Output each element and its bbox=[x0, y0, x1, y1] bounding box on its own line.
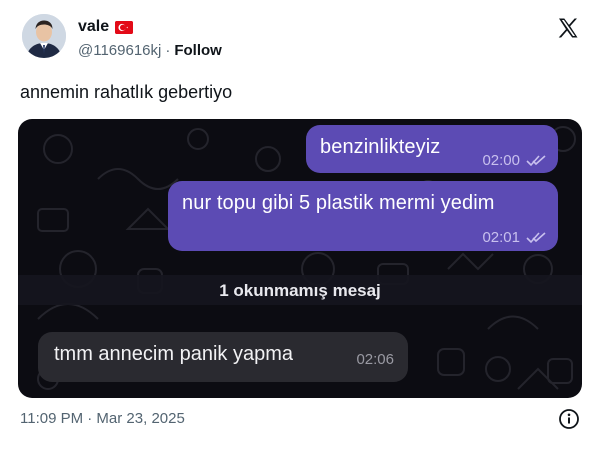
avatar[interactable] bbox=[22, 14, 66, 58]
turkey-flag-icon bbox=[115, 20, 134, 34]
tweet-footer: 11:09 PM · Mar 23, 2025 bbox=[20, 408, 580, 432]
incoming-message[interactable]: tmm annecim panik yapma 02:06 bbox=[38, 332, 408, 382]
tweet-header: vale @1169616kj · Follow bbox=[20, 12, 586, 68]
tweet-timestamp[interactable]: 11:09 PM · Mar 23, 2025 bbox=[20, 410, 185, 427]
message-text: benzinlikteyiz bbox=[320, 136, 441, 158]
outgoing-message[interactable]: nur topu gibi 5 plastik mermi yedim 02:0… bbox=[168, 181, 558, 251]
separator-dot: · bbox=[165, 42, 171, 59]
outgoing-message[interactable]: benzinlikteyiz 02:00 bbox=[306, 125, 558, 173]
message-time: 02:00 bbox=[482, 152, 546, 169]
tweet-text: annemin rahatlık gebertiyo bbox=[20, 82, 233, 102]
unread-divider: 1 okunmamış mesaj bbox=[18, 275, 582, 305]
message-time: 02:06 bbox=[356, 351, 394, 368]
name-line: vale bbox=[78, 18, 134, 36]
message-time-value: 02:00 bbox=[482, 152, 520, 169]
double-check-icon bbox=[526, 154, 546, 166]
follow-button[interactable]: Follow bbox=[174, 42, 222, 59]
x-logo-icon[interactable] bbox=[556, 16, 580, 40]
message-time-value: 02:01 bbox=[482, 229, 520, 246]
message-text: nur topu gibi 5 plastik mermi yedim bbox=[182, 192, 495, 214]
message-time: 02:01 bbox=[482, 229, 546, 246]
tweet-media-image[interactable]: benzinlikteyiz 02:00 nur topu gibi 5 pla… bbox=[18, 119, 582, 398]
message-text: tmm annecim panik yapma bbox=[54, 343, 293, 365]
info-icon[interactable] bbox=[558, 408, 580, 430]
display-name[interactable]: vale bbox=[78, 18, 109, 36]
double-check-icon bbox=[526, 231, 546, 243]
user-handle[interactable]: @1169616kj bbox=[78, 42, 161, 59]
handle-line: @1169616kj · Follow bbox=[78, 42, 222, 59]
unread-divider-text: 1 okunmamış mesaj bbox=[219, 281, 381, 300]
